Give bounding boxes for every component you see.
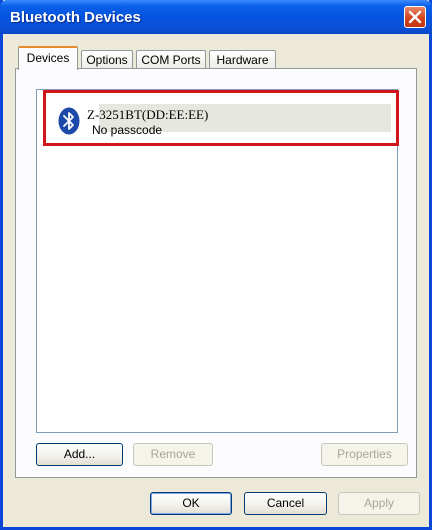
- highlight-box: [43, 90, 399, 146]
- ok-button[interactable]: OK: [150, 492, 232, 515]
- cancel-button[interactable]: Cancel: [244, 492, 327, 515]
- tab-devices[interactable]: Devices: [18, 46, 78, 70]
- apply-button-label: Apply: [363, 496, 395, 510]
- add-button[interactable]: Add...: [36, 443, 123, 466]
- window-title: Bluetooth Devices: [10, 9, 141, 26]
- apply-button[interactable]: Apply: [338, 492, 420, 515]
- add-button-label: Add...: [63, 447, 96, 461]
- remove-button-label: Remove: [150, 447, 196, 461]
- tab-options[interactable]: Options: [81, 50, 133, 69]
- ok-button-label: OK: [182, 496, 200, 510]
- properties-button-label: Properties: [337, 447, 392, 461]
- cancel-button-label: Cancel: [266, 496, 305, 510]
- remove-button[interactable]: Remove: [133, 443, 213, 466]
- devices-tab-panel: Z-3251BT(DD:EE:EE) No passcode Add... Re…: [15, 68, 417, 478]
- close-button[interactable]: [404, 6, 426, 28]
- tab-com-ports[interactable]: COM Ports: [136, 50, 206, 69]
- device-list[interactable]: Z-3251BT(DD:EE:EE) No passcode: [36, 89, 399, 433]
- title-bar[interactable]: Bluetooth Devices: [0, 0, 432, 34]
- close-icon: [408, 10, 422, 24]
- properties-button[interactable]: Properties: [321, 443, 408, 466]
- tab-hardware[interactable]: Hardware: [209, 50, 276, 69]
- bluetooth-devices-window: Bluetooth Devices Devices Options COM Po…: [0, 0, 432, 530]
